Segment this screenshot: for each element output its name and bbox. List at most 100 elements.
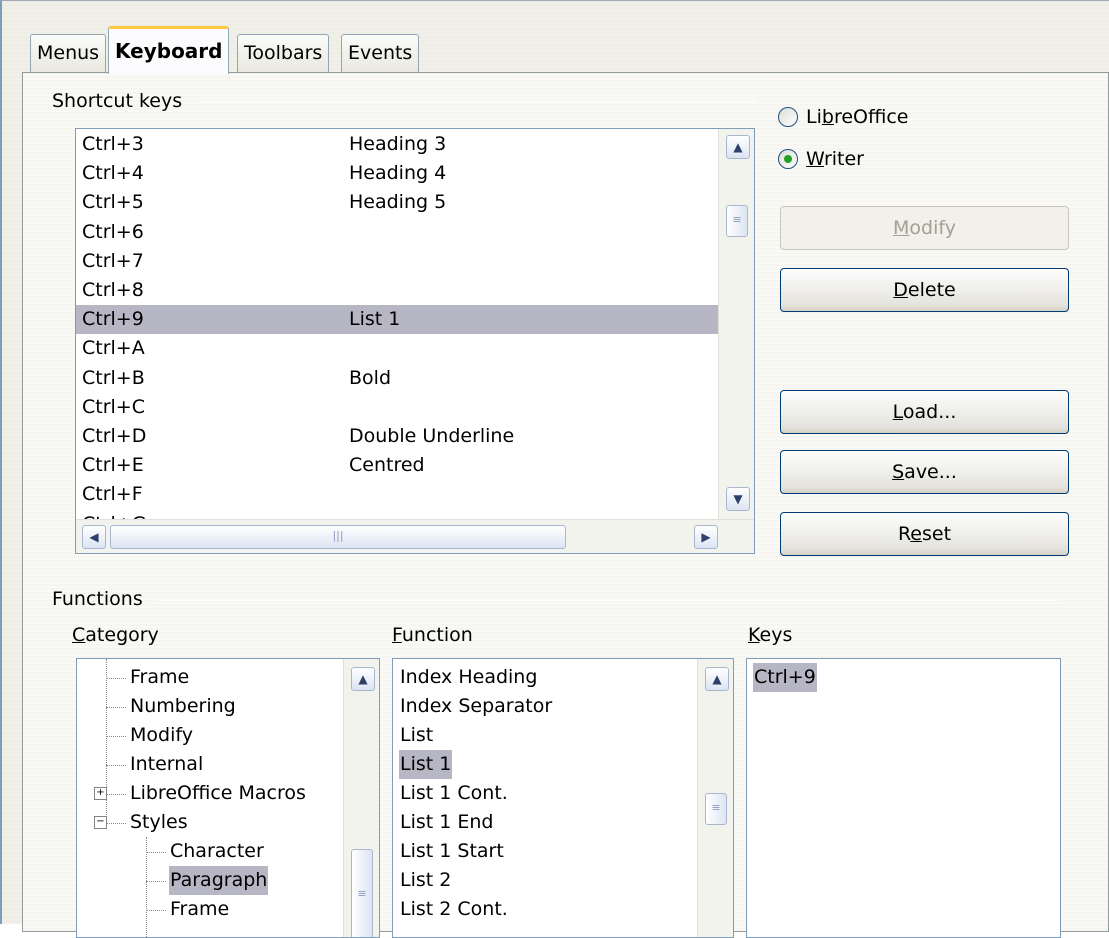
category-tree[interactable]: Frame Numbering Modify Internal + LibreOffice… [76, 658, 380, 938]
function-scroll-thumb[interactable]: ≡ [705, 793, 727, 825]
shortcut-key-cell: Ctrl+4 [82, 162, 144, 185]
shortcut-function-cell: List 1 [349, 308, 401, 331]
shortcut-keys-separator [200, 101, 756, 102]
shortcut-keys-title: Shortcut keys [52, 90, 183, 112]
load-button[interactable]: Load... [780, 390, 1069, 434]
shortcut-row[interactable]: Ctrl+8 [76, 276, 718, 305]
shortcut-key-cell: Ctrl+D [82, 425, 147, 447]
scroll-left-button[interactable]: ◀ [82, 525, 106, 549]
keys-list[interactable]: Ctrl+9 [746, 658, 1061, 938]
shortcut-key-cell: Ctrl+9 [82, 308, 144, 331]
shortcut-row[interactable]: Ctrl+3 Heading 3 [76, 130, 718, 159]
category-scroll-up-button[interactable]: ▲ [351, 667, 375, 691]
category-tree-item-label: Modify [130, 724, 193, 746]
function-list-item[interactable]: List 1 [393, 750, 697, 779]
shortcut-row[interactable]: Ctrl+B Bold [76, 364, 718, 393]
function-list-item-label: List 1 End [400, 811, 494, 833]
function-list-item[interactable]: List 1 Start [393, 837, 697, 866]
function-scroll-up-button[interactable]: ▲ [705, 667, 729, 691]
shortcut-key-cell: Ctrl+F [82, 483, 143, 506]
scroll-down-button[interactable]: ▼ [726, 487, 750, 511]
shortcut-keys-vscrollbar[interactable]: ▲ ≡ ▼ [718, 129, 754, 519]
category-scroll-thumb[interactable]: ≡ [351, 849, 373, 937]
collapse-icon[interactable]: − [94, 816, 107, 829]
function-list-item[interactable]: List 2 [393, 866, 697, 895]
shortcut-row[interactable]: Ctrl+E Centred [76, 451, 718, 480]
function-list-rows: Index Heading Index Separator List List 1 Li… [393, 659, 697, 929]
tab-events-label: Events [348, 42, 413, 64]
function-list-item[interactable]: List [393, 721, 697, 750]
category-tree-item-label: Character [170, 840, 264, 862]
libreoffice-radio-label: LibreOffice [806, 106, 909, 128]
tree-line [106, 707, 126, 708]
writer-radio[interactable]: Writer [778, 145, 978, 173]
category-tree-item-label: Numbering [130, 695, 236, 717]
tab-toolbars[interactable]: Toolbars [237, 34, 330, 72]
category-label: Category [72, 624, 159, 646]
keys-label: Keys [748, 624, 793, 646]
shortcut-row[interactable]: Ctrl+7 [76, 247, 718, 276]
scroll-right-button[interactable]: ▶ [694, 525, 718, 549]
keys-list-item[interactable]: Ctrl+9 [747, 663, 1060, 692]
save-button[interactable]: Save... [780, 450, 1069, 494]
expand-icon[interactable]: + [94, 787, 107, 800]
category-vscrollbar[interactable]: ▲ ≡ [343, 659, 379, 937]
shortcut-row[interactable]: Ctrl+4 Heading 4 [76, 159, 718, 188]
shortcut-key-cell: Ctrl+7 [82, 249, 144, 272]
shortcut-row[interactable]: Ctrl+6 [76, 218, 718, 247]
function-label: Function [392, 624, 473, 646]
functions-separator [158, 600, 1058, 601]
delete-button[interactable]: Delete [780, 268, 1069, 312]
shortcut-row[interactable]: Ctrl+9 List 1 [76, 305, 718, 335]
function-vscrollbar[interactable]: ▲ ≡ [697, 659, 733, 937]
category-tree-item[interactable]: − Styles [77, 808, 343, 837]
category-tree-item[interactable]: Internal [77, 750, 343, 779]
modify-button[interactable]: Modify [780, 206, 1069, 250]
category-tree-item[interactable]: + LibreOffice Macros [77, 779, 343, 808]
function-list[interactable]: Index Heading Index Separator List List 1 Li… [392, 658, 734, 938]
scroll-thumb[interactable]: ≡ [726, 205, 748, 237]
shortcut-row[interactable]: Ctrl+D Double Underline [76, 422, 718, 451]
shortcut-row[interactable]: Ctrl+A [76, 334, 718, 363]
function-list-item-label: List 1 Start [400, 840, 504, 862]
shortcut-function-cell: Double Underline [349, 425, 515, 447]
tree-line [106, 765, 126, 766]
libreoffice-radio[interactable]: LibreOffice [778, 103, 978, 131]
hscroll-thumb[interactable]: ||| [110, 525, 566, 549]
category-tree-item[interactable]: Numbering [77, 692, 343, 721]
function-list-item-label: List [400, 724, 434, 746]
category-tree-item-label: Frame [170, 898, 230, 920]
shortcut-row[interactable]: Ctrl+5 Heading 5 [76, 188, 718, 217]
shortcut-row[interactable]: Ctrl+F [76, 480, 718, 509]
shortcut-row[interactable]: Ctrl+G [76, 510, 718, 519]
writer-radio-circle [778, 149, 798, 169]
shortcut-keys-rows: Ctrl+3 Heading 3 Ctrl+4 Heading 4 Ctrl+5 Head… [76, 129, 718, 519]
reset-button[interactable]: Reset [780, 512, 1069, 556]
function-list-item[interactable]: List 2 Cont. [393, 895, 697, 924]
tab-keyboard[interactable]: Keyboard [108, 26, 230, 74]
category-tree-item[interactable]: Paragraph [77, 866, 343, 895]
shortcut-keys-list[interactable]: Ctrl+3 Heading 3 Ctrl+4 Heading 4 Ctrl+5 Head… [75, 128, 755, 554]
shortcut-function-cell: Heading 5 [349, 191, 447, 214]
category-tree-item[interactable]: Frame [77, 663, 343, 692]
function-list-item[interactable]: List 1 End [393, 808, 697, 837]
function-list-item-label: Index Heading [400, 666, 538, 688]
tab-events[interactable]: Events [341, 34, 420, 72]
category-tree-item-label: Internal [130, 753, 204, 775]
category-tree-item[interactable]: Frame [77, 895, 343, 924]
tree-line [106, 794, 126, 795]
libreoffice-radio-circle [778, 107, 798, 127]
category-tree-item[interactable]: Modify [77, 721, 343, 750]
function-list-item-label: List 1 [399, 750, 453, 779]
shortcut-key-cell: Ctrl+3 [82, 133, 144, 155]
category-tree-item[interactable]: Character [77, 837, 343, 866]
function-list-item[interactable]: List 1 Cont. [393, 779, 697, 808]
function-list-item[interactable]: Index Heading [393, 663, 697, 692]
function-list-item[interactable]: Index Separator [393, 692, 697, 721]
category-tree-item-label: LibreOffice Macros [130, 782, 306, 804]
shortcut-keys-hscrollbar[interactable]: ◀ ||| ▶ [76, 519, 754, 553]
scroll-up-button[interactable]: ▲ [726, 135, 750, 159]
tab-menus[interactable]: Menus [30, 34, 107, 72]
shortcut-row[interactable]: Ctrl+C [76, 393, 718, 422]
tree-line [106, 678, 126, 679]
